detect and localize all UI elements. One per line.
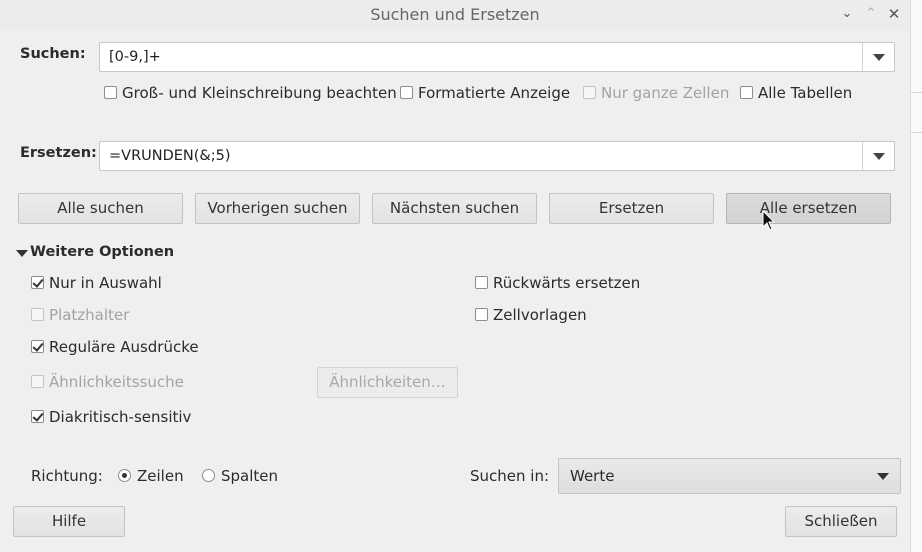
formatted-display-label: Formatierte Anzeige [418, 84, 571, 102]
background-window-edge [910, 0, 922, 552]
replace-combobox[interactable]: =VRUNDEN(&;5) [99, 141, 895, 171]
replace-input[interactable]: =VRUNDEN(&;5) [109, 148, 231, 164]
wildcards-label: Platzhalter [49, 306, 130, 324]
rows-radio-label: Zeilen [137, 467, 184, 485]
find-next-button[interactable]: Nächsten suchen [372, 193, 537, 224]
search-in-label: Suchen in: [470, 467, 550, 485]
chevron-down-icon [873, 153, 885, 160]
mouse-pointer-icon [762, 210, 776, 231]
similarity-search-checkbox [31, 375, 44, 388]
all-sheets-checkbox[interactable] [740, 86, 753, 99]
replace-backwards-label: Rückwärts ersetzen [493, 274, 641, 292]
cell-styles-label: Zellvorlagen [493, 306, 587, 324]
search-in-select[interactable]: Werte [558, 458, 901, 494]
search-input[interactable]: [0-9,]+ [109, 49, 161, 65]
replace-button[interactable]: Ersetzen [549, 193, 714, 224]
search-label: Suchen: [20, 46, 86, 62]
match-case-label: Groß- und Kleinschreibung beachten [122, 84, 397, 102]
chevron-up-icon[interactable]: ⌃ [862, 4, 880, 24]
chevron-down-icon [877, 473, 889, 480]
similarities-button: Ähnlichkeiten… [317, 367, 458, 398]
close-icon[interactable]: ✕ [885, 4, 903, 24]
chevron-down-icon [873, 54, 885, 61]
replace-label: Ersetzen: [20, 145, 97, 161]
replace-history-dropdown[interactable] [862, 142, 894, 170]
search-history-dropdown[interactable] [862, 43, 894, 71]
more-options-expander[interactable]: Weitere Optionen [30, 244, 174, 260]
chevron-down-icon[interactable]: ⌄ [838, 4, 856, 24]
regular-expressions-label: Reguläre Ausdrücke [49, 338, 199, 356]
all-sheets-label: Alle Tabellen [758, 84, 853, 102]
rows-radio[interactable] [118, 469, 131, 482]
entire-cells-label: Nur ganze Zellen [601, 84, 730, 102]
find-previous-button[interactable]: Vorherigen suchen [195, 193, 360, 224]
window-title: Suchen und Ersetzen [370, 5, 540, 24]
wildcards-checkbox [31, 308, 44, 321]
direction-label: Richtung: [31, 467, 103, 485]
columns-radio-label: Spalten [221, 467, 279, 485]
similarity-search-label: Ähnlichkeitssuche [49, 373, 184, 391]
regular-expressions-checkbox[interactable] [31, 340, 44, 353]
help-button[interactable]: Hilfe [13, 506, 125, 537]
expander-arrow-icon[interactable] [16, 250, 28, 257]
search-combobox[interactable]: [0-9,]+ [99, 42, 895, 72]
current-selection-only-label: Nur in Auswahl [49, 274, 162, 292]
match-case-checkbox[interactable] [104, 86, 117, 99]
search-in-value: Werte [570, 467, 615, 485]
diacritics-sensitive-checkbox[interactable] [31, 410, 44, 423]
replace-backwards-checkbox[interactable] [475, 276, 488, 289]
find-all-button[interactable]: Alle suchen [18, 193, 183, 224]
formatted-display-checkbox[interactable] [400, 86, 413, 99]
close-button[interactable]: Schließen [785, 506, 897, 537]
columns-radio[interactable] [202, 469, 215, 482]
replace-all-button[interactable]: Alle ersetzen [726, 193, 891, 224]
current-selection-only-checkbox[interactable] [31, 276, 44, 289]
cell-styles-checkbox[interactable] [475, 308, 488, 321]
entire-cells-checkbox [583, 86, 596, 99]
diacritics-sensitive-label: Diakritisch-sensitiv [49, 408, 192, 426]
